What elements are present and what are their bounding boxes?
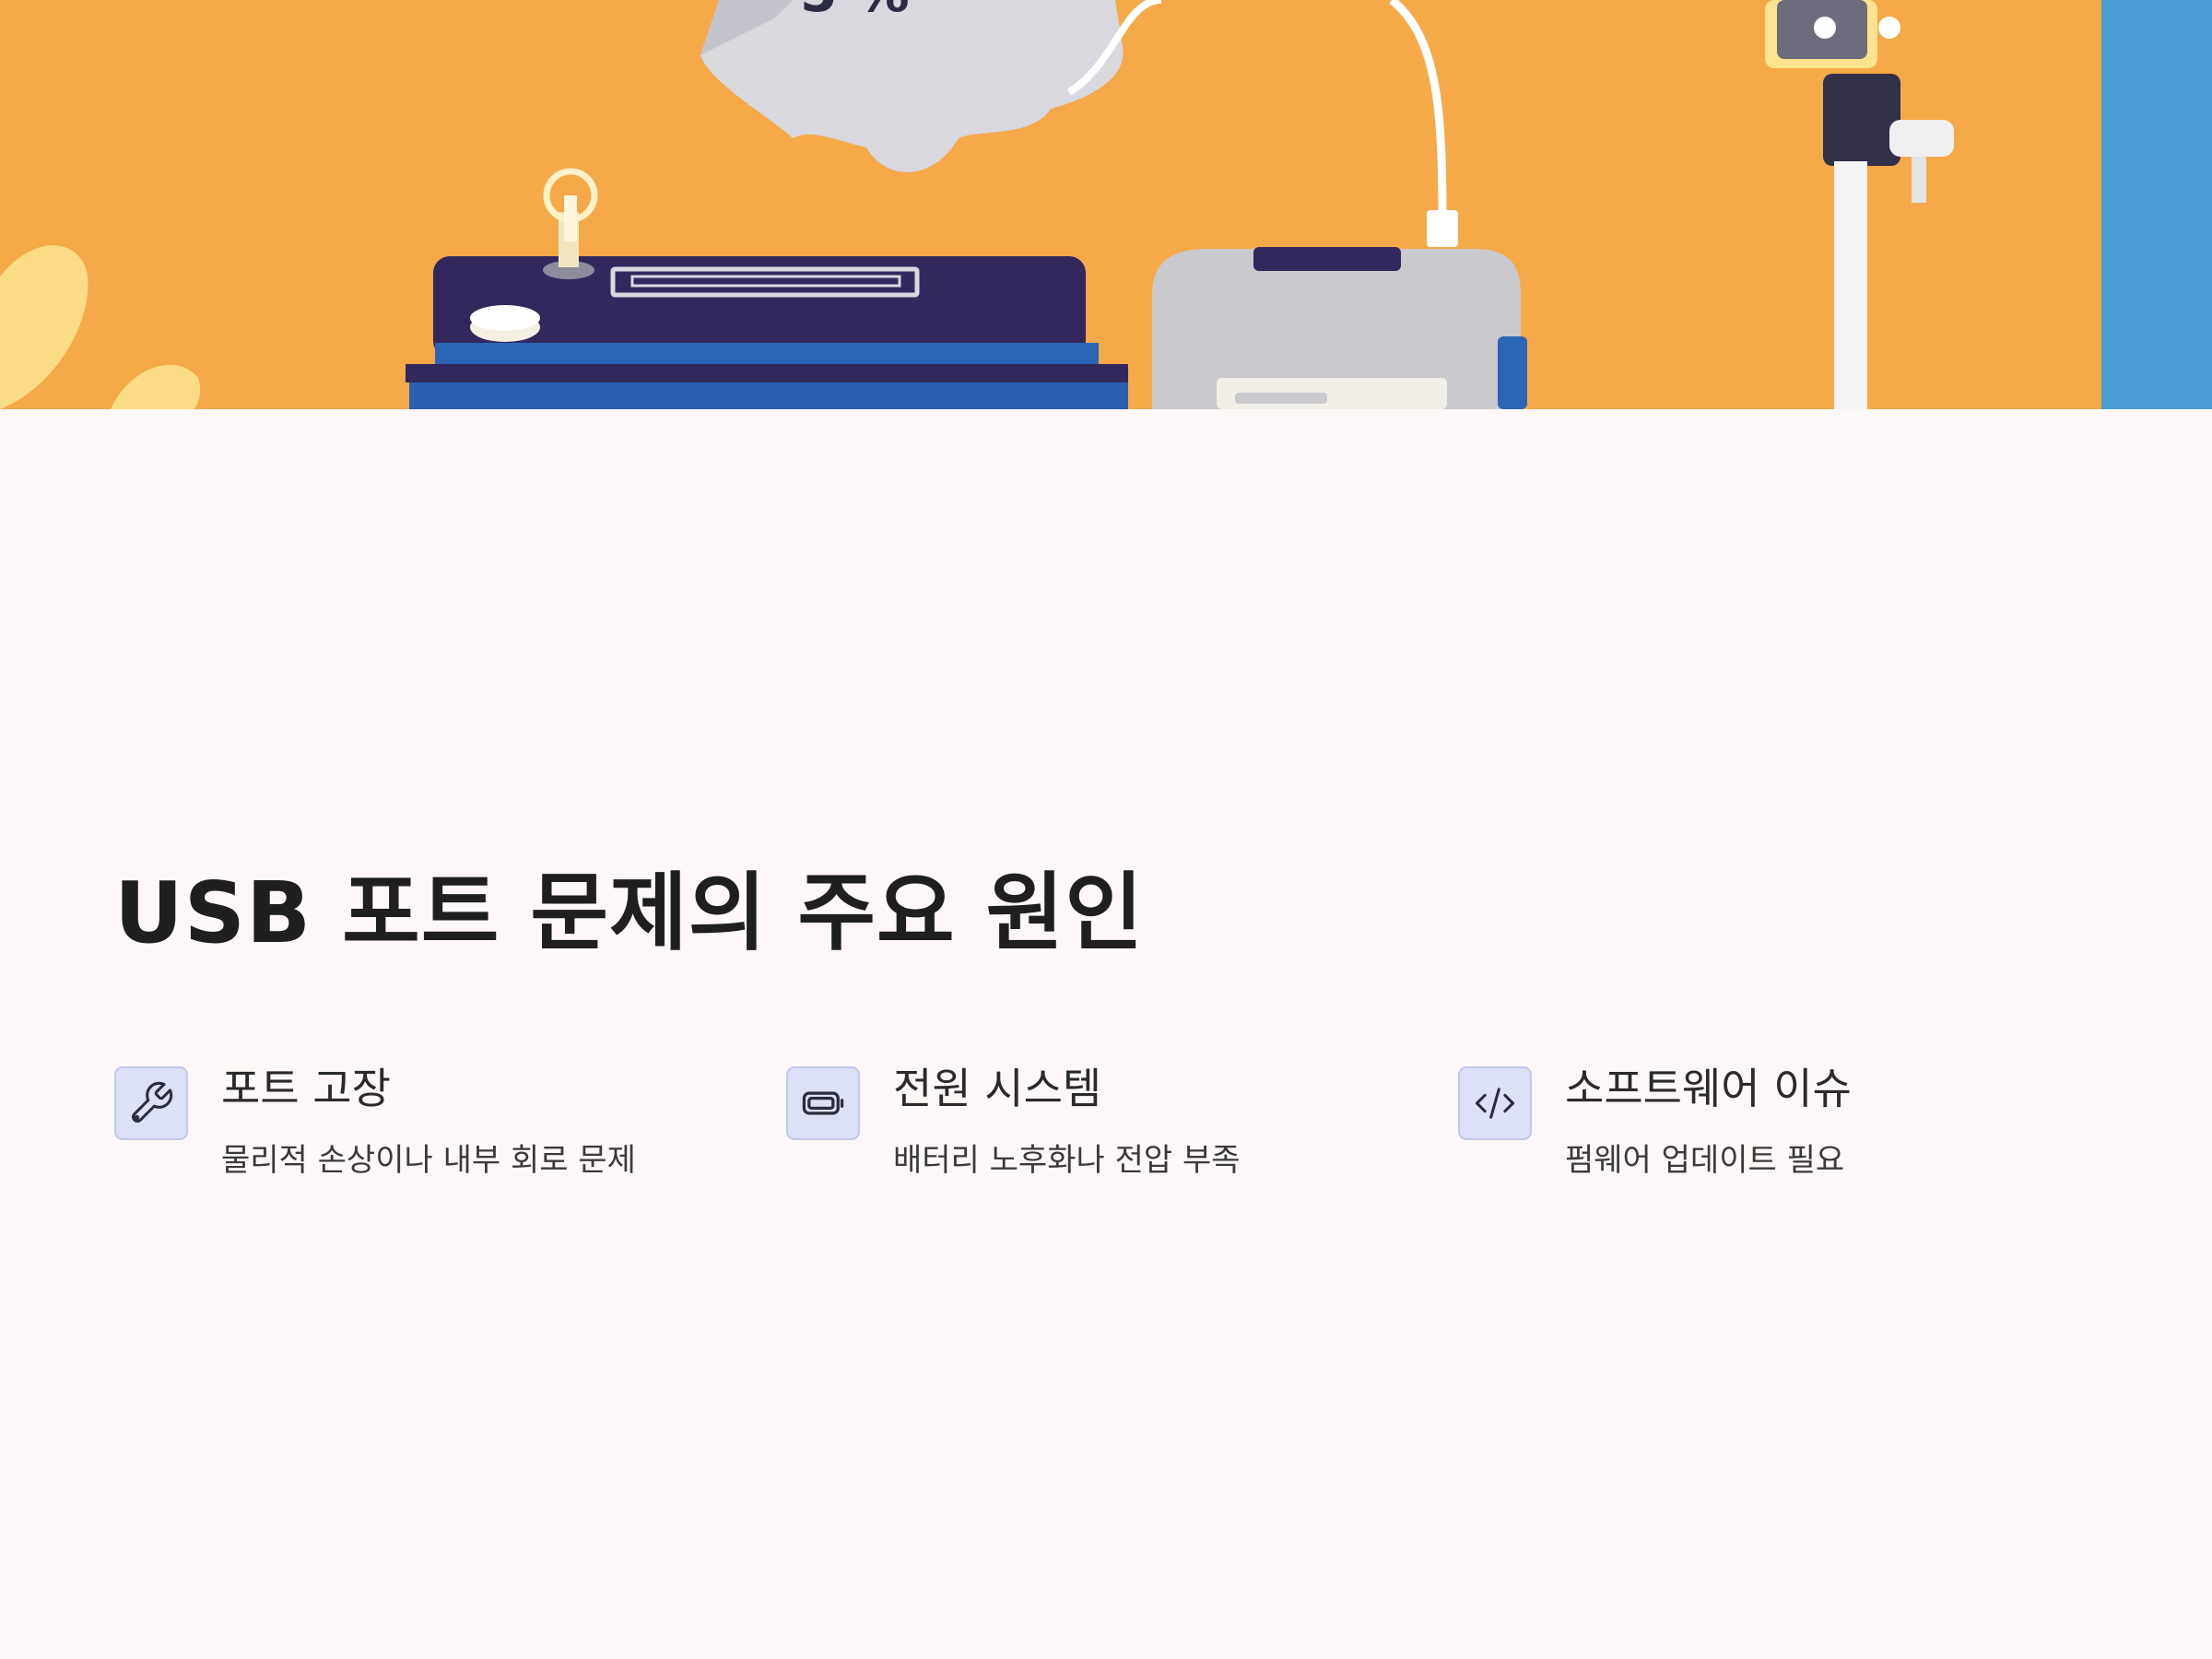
cause-title: 전원 시스템 [893, 1064, 1102, 1113]
page-title: USB 포트 문제의 주요 원인 [114, 864, 1144, 962]
cause-card-power-system: 전원 시스템 배터리 노후화나 전압 부족 [786, 1065, 1431, 1194]
cause-card-port-failure: 포트 고장 물리적 손상이나 내부 회로 문제 [114, 1065, 759, 1194]
wrench-icon [132, 1081, 173, 1123]
blue-panel-shape [2101, 0, 2212, 409]
cause-description: 펌웨어 업데이트 필요 [1565, 1142, 1845, 1179]
hero-screen-text: 5 % [800, 0, 910, 24]
code-icon-box [1458, 1066, 1532, 1140]
cause-title: 포트 고장 [221, 1064, 391, 1113]
slide-page: 5 % [0, 0, 2212, 1659]
cause-card-software-issue: 소프트웨어 이슈 펌웨어 업데이트 필요 [1458, 1065, 2103, 1194]
cause-description: 배터리 노후화나 전압 부족 [893, 1142, 1241, 1179]
hero-illustration: 5 % [0, 0, 2212, 409]
cause-title: 소프트웨어 이슈 [1565, 1064, 1852, 1113]
battery-icon [802, 1091, 844, 1115]
hero-illustration-svg: 5 % [0, 0, 2212, 409]
battery-icon-box [786, 1066, 860, 1140]
cause-description: 물리적 손상이나 내부 회로 문제 [221, 1142, 636, 1179]
wrench-icon-box [114, 1066, 188, 1140]
code-icon [1475, 1088, 1515, 1119]
